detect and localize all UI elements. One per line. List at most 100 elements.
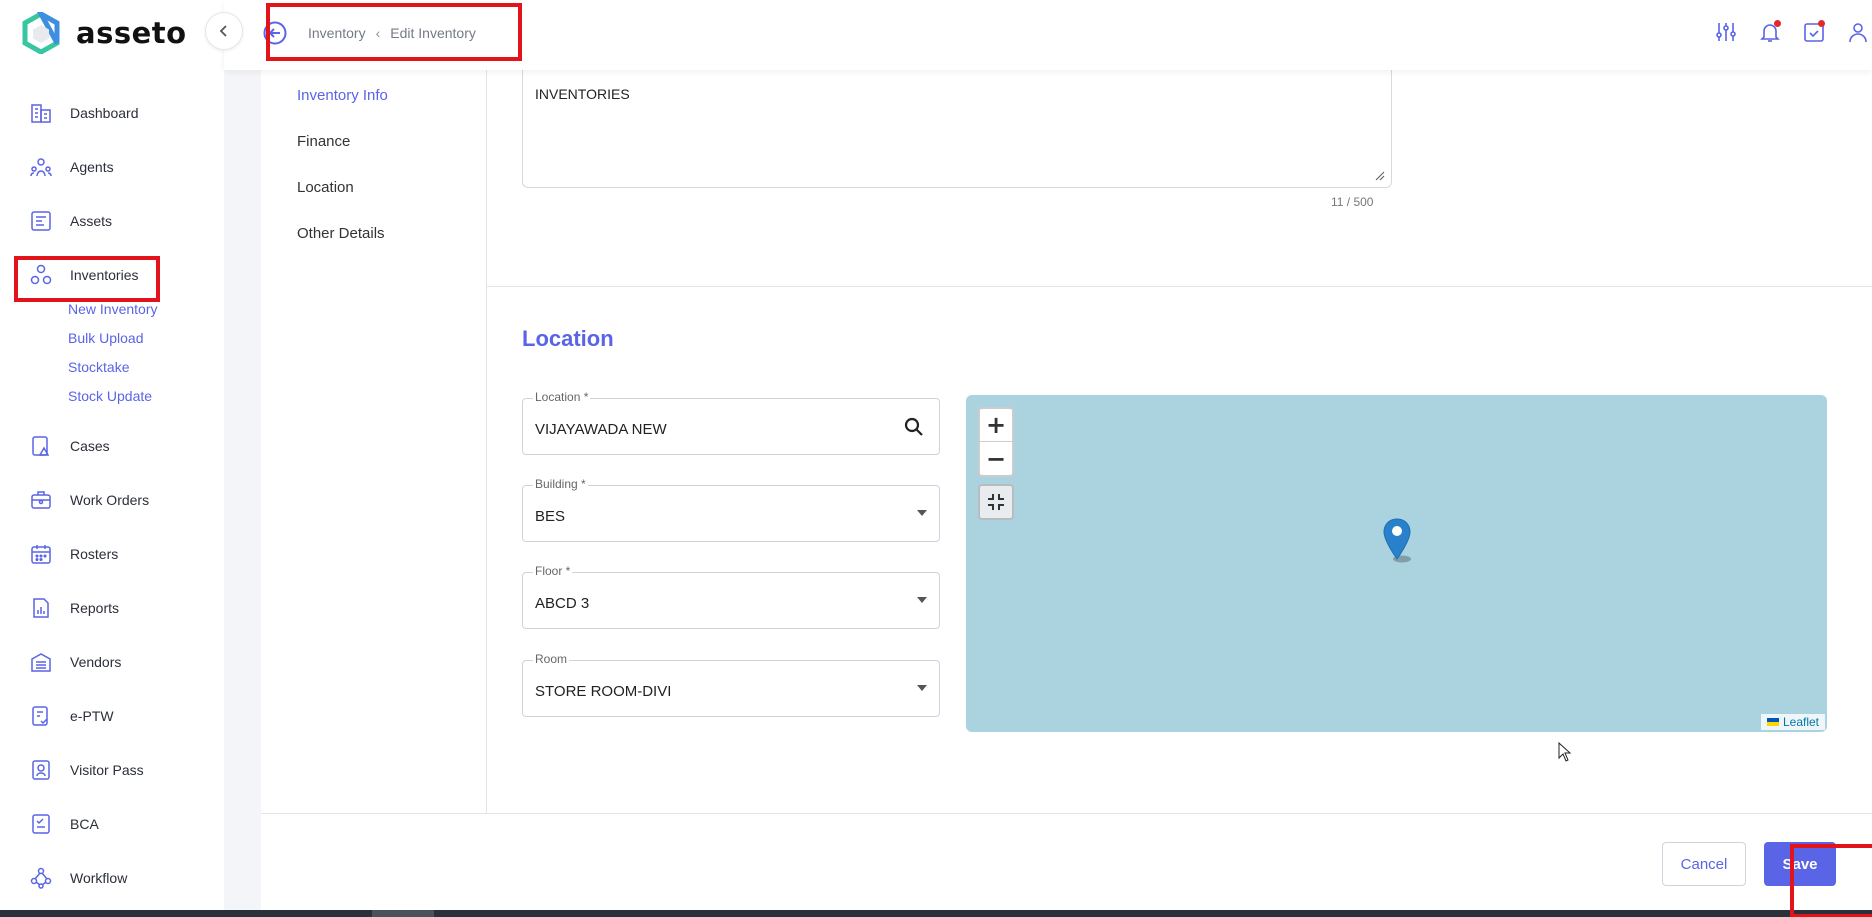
section-divider bbox=[487, 286, 1872, 287]
taskbar-active-app[interactable] bbox=[372, 910, 434, 917]
sidebar-item-visitor-pass[interactable]: Visitor Pass bbox=[28, 755, 144, 785]
sidebar-item-label: Rosters bbox=[70, 546, 119, 562]
vendors-icon bbox=[28, 649, 54, 675]
field-value: STORE ROOM-DIVI bbox=[535, 683, 672, 700]
dropdown-arrow-icon bbox=[917, 597, 927, 603]
agents-icon bbox=[28, 154, 54, 180]
task-check-icon[interactable] bbox=[1800, 18, 1828, 46]
chevron-left-icon bbox=[219, 25, 227, 37]
main-content: Inventory Info Finance Location Other De… bbox=[261, 70, 1872, 815]
sidebar-item-inventories[interactable]: Inventories bbox=[28, 260, 138, 290]
task-badge bbox=[1818, 20, 1825, 27]
save-button[interactable]: Save bbox=[1764, 842, 1836, 886]
back-arrow-icon[interactable] bbox=[262, 20, 288, 46]
search-icon[interactable] bbox=[903, 416, 925, 438]
leaflet-link[interactable]: Leaflet bbox=[1783, 715, 1819, 729]
map-attribution[interactable]: Leaflet bbox=[1760, 714, 1825, 730]
sidebar-item-label: BCA bbox=[70, 816, 99, 832]
sidebar-item-cases[interactable]: Cases bbox=[28, 431, 110, 461]
sidebar-item-label: Inventories bbox=[70, 267, 139, 283]
sidebar-item-label: e-PTW bbox=[70, 708, 114, 724]
logo-icon bbox=[22, 12, 60, 54]
field-label: Room bbox=[533, 652, 570, 666]
dashboard-icon bbox=[28, 100, 54, 126]
rosters-icon bbox=[28, 541, 54, 567]
sidebar-item-label: Work Orders bbox=[70, 492, 150, 508]
breadcrumb-current: Edit Inventory bbox=[390, 25, 476, 41]
sidebar-item-label: Vendors bbox=[70, 654, 122, 670]
work-orders-icon bbox=[28, 487, 54, 513]
cancel-button[interactable]: Cancel bbox=[1662, 842, 1746, 886]
inventories-icon bbox=[28, 262, 54, 288]
sidebar-subitem-stock-update[interactable]: Stock Update bbox=[68, 388, 152, 404]
map-marker-icon[interactable] bbox=[1382, 517, 1416, 565]
notification-bell-icon[interactable] bbox=[1756, 18, 1784, 46]
field-value: ABCD 3 bbox=[535, 595, 590, 612]
eptw-icon bbox=[28, 703, 54, 729]
notification-badge bbox=[1774, 20, 1781, 27]
breadcrumb: Inventory ‹ Edit Inventory bbox=[262, 20, 476, 46]
sidebar-item-label: Dashboard bbox=[70, 105, 139, 121]
field-label: Building * bbox=[533, 477, 588, 491]
top-header: Inventory ‹ Edit Inventory bbox=[224, 0, 1872, 70]
sidebar-item-reports[interactable]: Reports bbox=[28, 593, 119, 623]
visitor-pass-icon bbox=[28, 757, 54, 783]
sidebar-subitem-stocktake[interactable]: Stocktake bbox=[68, 359, 129, 375]
app-name: asseto bbox=[76, 16, 187, 50]
sidebar-item-rosters[interactable]: Rosters bbox=[28, 539, 118, 569]
character-counter: 11 / 500 bbox=[1331, 195, 1374, 209]
section-link-other-details[interactable]: Other Details bbox=[297, 225, 385, 242]
map-zoom-out-button[interactable]: − bbox=[980, 442, 1012, 475]
sidebar-item-label: Cases bbox=[70, 438, 110, 454]
sidebar-item-work-orders[interactable]: Work Orders bbox=[28, 485, 149, 515]
field-label: Location * bbox=[533, 390, 591, 404]
form-footer: Cancel Save bbox=[261, 814, 1872, 910]
fullscreen-exit-icon bbox=[988, 494, 1004, 510]
sidebar-item-label: Reports bbox=[70, 600, 120, 616]
sidebar-item-assets[interactable]: Assets bbox=[28, 206, 112, 236]
app-logo[interactable]: asseto bbox=[22, 12, 187, 54]
sidebar-item-eptw[interactable]: e-PTW bbox=[28, 701, 114, 731]
chevron-left-icon: ‹ bbox=[375, 25, 381, 41]
sidebar: asseto Dashboard Agents Assets Inventori… bbox=[0, 0, 224, 910]
sidebar-item-label: Visitor Pass bbox=[70, 762, 144, 778]
resize-handle-icon[interactable] bbox=[1373, 169, 1385, 181]
field-value: BES bbox=[535, 508, 566, 525]
location-field[interactable]: Location * VIJAYAWADA NEW bbox=[522, 390, 940, 455]
room-select[interactable]: Room STORE ROOM-DIVI bbox=[522, 652, 940, 717]
filter-sliders-icon[interactable] bbox=[1712, 18, 1740, 46]
section-link-inventory-info[interactable]: Inventory Info bbox=[297, 87, 388, 104]
taskbar bbox=[0, 910, 1872, 917]
workflow-icon bbox=[28, 865, 54, 891]
section-link-finance[interactable]: Finance bbox=[297, 133, 350, 150]
field-label: Floor * bbox=[533, 564, 573, 578]
breadcrumb-parent[interactable]: Inventory bbox=[308, 25, 366, 41]
sidebar-item-label: Agents bbox=[70, 159, 114, 175]
user-profile-icon[interactable] bbox=[1844, 18, 1872, 46]
sidebar-item-dashboard[interactable]: Dashboard bbox=[28, 98, 139, 128]
sidebar-collapse-button[interactable] bbox=[205, 12, 243, 50]
bca-icon bbox=[28, 811, 54, 837]
location-map[interactable]: + − Leaflet bbox=[966, 395, 1827, 732]
sidebar-item-bca[interactable]: BCA bbox=[28, 809, 99, 839]
sidebar-item-label: Workflow bbox=[70, 870, 128, 886]
sidebar-item-workflow[interactable]: Workflow bbox=[28, 863, 127, 893]
description-textarea[interactable]: INVENTORIES bbox=[522, 70, 1392, 188]
ukraine-flag-icon bbox=[1766, 718, 1779, 726]
sidebar-item-agents[interactable]: Agents bbox=[28, 152, 114, 182]
sidebar-item-label: Assets bbox=[70, 213, 113, 229]
building-select[interactable]: Building * BES bbox=[522, 477, 940, 542]
reports-icon bbox=[28, 595, 54, 621]
section-link-location[interactable]: Location bbox=[297, 179, 354, 196]
sidebar-subitem-new-inventory[interactable]: New Inventory bbox=[68, 301, 157, 317]
floor-select[interactable]: Floor * ABCD 3 bbox=[522, 564, 940, 629]
sidebar-item-vendors[interactable]: Vendors bbox=[28, 647, 121, 677]
dropdown-arrow-icon bbox=[917, 685, 927, 691]
assets-icon bbox=[28, 208, 54, 234]
header-actions bbox=[1696, 18, 1872, 46]
map-fullscreen-exit-button[interactable] bbox=[978, 484, 1014, 520]
sidebar-subitem-bulk-upload[interactable]: Bulk Upload bbox=[68, 330, 144, 346]
field-value: VIJAYAWADA NEW bbox=[535, 421, 667, 438]
map-zoom-in-button[interactable]: + bbox=[980, 409, 1012, 442]
cases-icon bbox=[28, 433, 54, 459]
